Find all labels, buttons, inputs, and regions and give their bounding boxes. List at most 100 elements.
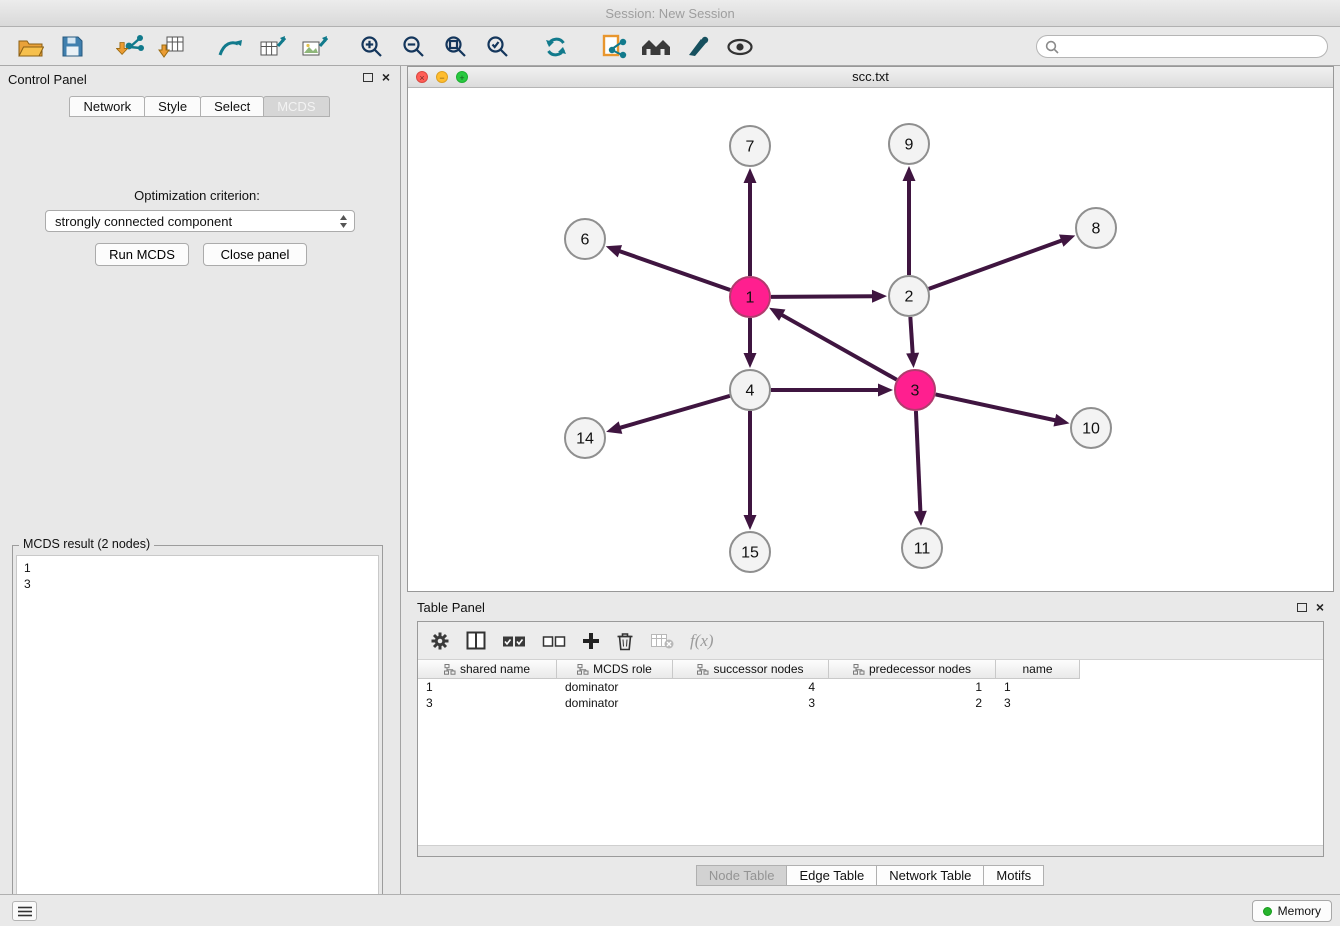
table-panel-title: Table Panel bbox=[417, 600, 485, 615]
refresh-icon bbox=[543, 34, 569, 60]
document-share-icon bbox=[601, 34, 628, 60]
deselect-all-rows-button[interactable] bbox=[542, 627, 566, 655]
select-all-rows-button[interactable] bbox=[502, 627, 526, 655]
minimize-window-icon[interactable]: − bbox=[436, 71, 448, 83]
column-header-name[interactable]: name bbox=[996, 660, 1080, 678]
graph-edge-2-3[interactable] bbox=[910, 317, 912, 355]
graph-edge-3-1[interactable] bbox=[780, 314, 896, 380]
import-network-icon bbox=[116, 34, 144, 60]
graph-edge-1-6[interactable] bbox=[618, 251, 730, 290]
apply-layout-button[interactable] bbox=[538, 31, 574, 63]
tab-node-table[interactable]: Node Table bbox=[696, 865, 788, 886]
graph-edge-arrowhead bbox=[1053, 414, 1069, 427]
table-panel-header: Table Panel × bbox=[407, 596, 1334, 618]
tab-style[interactable]: Style bbox=[144, 96, 201, 117]
maximize-window-icon[interactable]: + bbox=[456, 71, 468, 83]
show-hide-panel-button[interactable] bbox=[722, 31, 758, 63]
hierarchy-icon bbox=[444, 664, 456, 675]
zoom-selected-button[interactable] bbox=[480, 31, 516, 63]
graph-svg[interactable]: 7968124314101511 bbox=[408, 88, 1333, 591]
select-columns-button[interactable] bbox=[466, 627, 486, 655]
tab-network-table[interactable]: Network Table bbox=[876, 865, 984, 886]
control-panel: Control Panel × Network Style Select MCD… bbox=[0, 66, 401, 894]
tab-select[interactable]: Select bbox=[200, 96, 264, 117]
export-network-button[interactable] bbox=[596, 31, 632, 63]
import-network-button[interactable] bbox=[112, 31, 148, 63]
graph-node-label-15: 15 bbox=[741, 545, 759, 562]
table-frame: f(x) shared name MCDS role successor nod… bbox=[417, 621, 1324, 857]
search-box[interactable] bbox=[1036, 35, 1328, 58]
graph-edge-arrowhead bbox=[872, 290, 887, 303]
fx-icon: f(x) bbox=[690, 631, 714, 651]
export-image-button[interactable] bbox=[296, 31, 332, 63]
home-button[interactable] bbox=[638, 31, 674, 63]
horizontal-scrollbar[interactable] bbox=[418, 845, 1323, 856]
hierarchy-icon bbox=[577, 664, 589, 675]
new-network-from-selection-button[interactable] bbox=[254, 31, 290, 63]
image-arrow-icon bbox=[300, 34, 328, 60]
save-session-button[interactable] bbox=[54, 31, 90, 63]
column-header-predecessor-nodes[interactable]: predecessor nodes bbox=[829, 660, 996, 678]
tab-mcds[interactable]: MCDS bbox=[263, 96, 329, 117]
delete-table-button[interactable] bbox=[650, 627, 674, 655]
zoom-in-button[interactable] bbox=[354, 31, 390, 63]
graph-node-label-3: 3 bbox=[911, 383, 920, 400]
main-toolbar bbox=[0, 28, 1340, 66]
graph-edge-arrowhead bbox=[903, 166, 916, 181]
graph-node-label-11: 11 bbox=[914, 541, 931, 558]
column-header-successor-nodes[interactable]: successor nodes bbox=[673, 660, 829, 678]
mcds-result-group-title: MCDS result (2 nodes) bbox=[19, 537, 154, 551]
graph-edge-2-8[interactable] bbox=[929, 240, 1063, 289]
window-title: Session: New Session bbox=[605, 6, 734, 21]
close-table-panel-icon[interactable]: × bbox=[1316, 601, 1324, 613]
graph-edge-arrowhead bbox=[744, 353, 757, 368]
column-header-shared-name[interactable]: shared name bbox=[418, 660, 557, 678]
graph-node-label-7: 7 bbox=[746, 139, 755, 156]
first-neighbors-button[interactable] bbox=[212, 31, 248, 63]
memory-button[interactable]: Memory bbox=[1252, 900, 1332, 922]
column-header-mcds-role[interactable]: MCDS role bbox=[557, 660, 673, 678]
zoom-out-button[interactable] bbox=[396, 31, 432, 63]
table-arrow-icon bbox=[258, 34, 286, 60]
plus-icon bbox=[582, 632, 600, 650]
criterion-dropdown[interactable]: strongly connected component bbox=[45, 210, 355, 232]
function-builder-button[interactable]: f(x) bbox=[690, 627, 714, 655]
table-panel: Table Panel × bbox=[407, 596, 1334, 894]
graph-edge-4-14[interactable] bbox=[619, 396, 730, 428]
tab-network[interactable]: Network bbox=[69, 96, 145, 117]
float-panel-icon[interactable] bbox=[363, 73, 373, 82]
dropdown-stepper-icon bbox=[339, 214, 348, 229]
network-window-title: scc.txt bbox=[852, 69, 889, 84]
search-input[interactable] bbox=[1064, 40, 1319, 54]
close-panel-icon[interactable]: × bbox=[382, 71, 390, 83]
optimization-criterion-label: Optimization criterion: bbox=[0, 188, 394, 203]
close-panel-button[interactable]: Close panel bbox=[203, 243, 307, 266]
graph-edge-3-10[interactable] bbox=[936, 394, 1057, 420]
status-bar: Memory bbox=[0, 894, 1340, 926]
graph-node-label-8: 8 bbox=[1092, 221, 1101, 238]
graph-edge-1-2[interactable] bbox=[771, 296, 874, 297]
curved-arrow-icon bbox=[216, 34, 244, 60]
graph-edge-arrowhead bbox=[914, 511, 927, 526]
zoom-fit-button[interactable] bbox=[438, 31, 474, 63]
table-row[interactable]: 3 dominator 3 2 3 bbox=[418, 695, 1323, 711]
mcds-result-text[interactable]: 1 3 bbox=[16, 555, 379, 918]
create-column-button[interactable] bbox=[582, 627, 600, 655]
graph-edge-3-11[interactable] bbox=[916, 411, 921, 513]
tab-edge-table[interactable]: Edge Table bbox=[786, 865, 877, 886]
tab-motifs[interactable]: Motifs bbox=[983, 865, 1044, 886]
run-mcds-button[interactable]: Run MCDS bbox=[95, 243, 189, 266]
close-window-icon[interactable]: × bbox=[416, 71, 428, 83]
task-history-button[interactable] bbox=[12, 901, 37, 921]
float-table-panel-icon[interactable] bbox=[1297, 603, 1307, 612]
delete-column-button[interactable] bbox=[616, 627, 634, 655]
graph-node-label-2: 2 bbox=[905, 289, 914, 306]
table-settings-button[interactable] bbox=[430, 627, 450, 655]
annotation-button[interactable] bbox=[680, 31, 716, 63]
window-titlebar: Session: New Session bbox=[0, 0, 1340, 27]
trash-icon bbox=[616, 631, 634, 651]
table-row[interactable]: 1 dominator 4 1 1 bbox=[418, 679, 1323, 695]
import-table-button[interactable] bbox=[154, 31, 190, 63]
open-session-button[interactable] bbox=[12, 31, 48, 63]
columns-icon bbox=[466, 631, 486, 650]
